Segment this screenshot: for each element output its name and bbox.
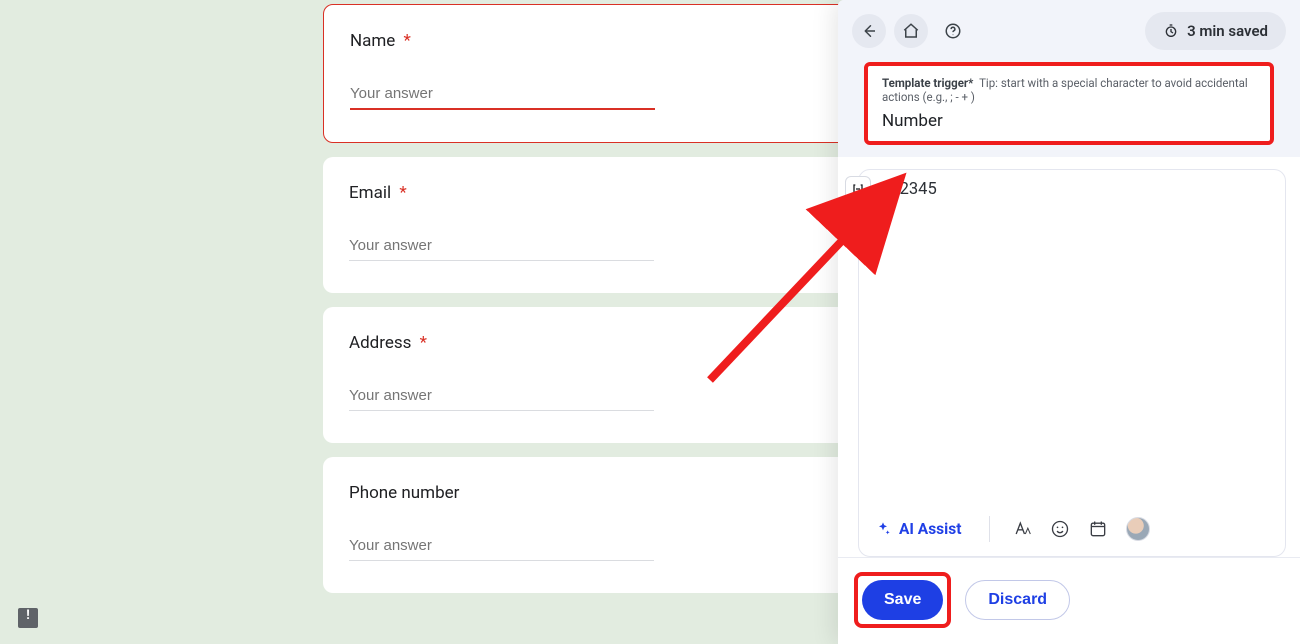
calendar-button[interactable] <box>1088 519 1108 539</box>
answer-input-phone[interactable] <box>349 533 654 561</box>
sparkle-icon <box>875 521 891 537</box>
help-button[interactable] <box>936 14 970 48</box>
time-saved-text: 3 min saved <box>1187 22 1268 40</box>
side-panel: 3 min saved Template trigger* Tip: start… <box>838 0 1300 644</box>
stopwatch-icon <box>1163 23 1179 39</box>
trigger-meta: Template trigger* Tip: start with a spec… <box>882 76 1256 105</box>
editor-toolbar: AI Assist <box>859 506 1285 556</box>
save-highlight: Save <box>854 572 951 628</box>
variable-chip-icon[interactable] <box>845 176 871 202</box>
avatar[interactable] <box>1126 517 1150 541</box>
text-format-button[interactable] <box>1012 519 1032 539</box>
template-trigger-box[interactable]: Template trigger* Tip: start with a spec… <box>864 62 1274 145</box>
ai-assist-label: AI Assist <box>899 520 961 538</box>
ai-assist-button[interactable]: AI Assist <box>875 520 961 538</box>
emoji-button[interactable] <box>1050 519 1070 539</box>
answer-input-email[interactable] <box>349 233 654 261</box>
template-editor[interactable]: O12345 AI Assist <box>858 169 1286 557</box>
required-asterisk: * <box>399 183 406 203</box>
question-label-text: Name <box>350 31 395 51</box>
panel-header: 3 min saved Template trigger* Tip: start… <box>838 0 1300 157</box>
save-button[interactable]: Save <box>862 580 943 620</box>
required-asterisk: * <box>404 31 411 51</box>
separator <box>989 516 990 542</box>
trigger-value: Number <box>882 111 1256 131</box>
panel-footer: Save Discard <box>838 557 1300 644</box>
home-button[interactable] <box>894 14 928 48</box>
answer-input-address[interactable] <box>349 383 654 411</box>
question-label-text: Address <box>349 333 411 353</box>
time-saved-pill: 3 min saved <box>1145 12 1286 50</box>
answer-input-name[interactable] <box>350 81 655 110</box>
discard-button[interactable]: Discard <box>965 580 1070 620</box>
question-label-text: Email <box>349 183 391 203</box>
editor-content[interactable]: O12345 <box>859 170 1285 207</box>
back-button[interactable] <box>852 14 886 48</box>
required-asterisk: * <box>420 333 427 353</box>
trigger-title: Template trigger* <box>882 76 973 90</box>
question-label-text: Phone number <box>349 483 459 503</box>
feedback-icon[interactable] <box>18 608 38 628</box>
